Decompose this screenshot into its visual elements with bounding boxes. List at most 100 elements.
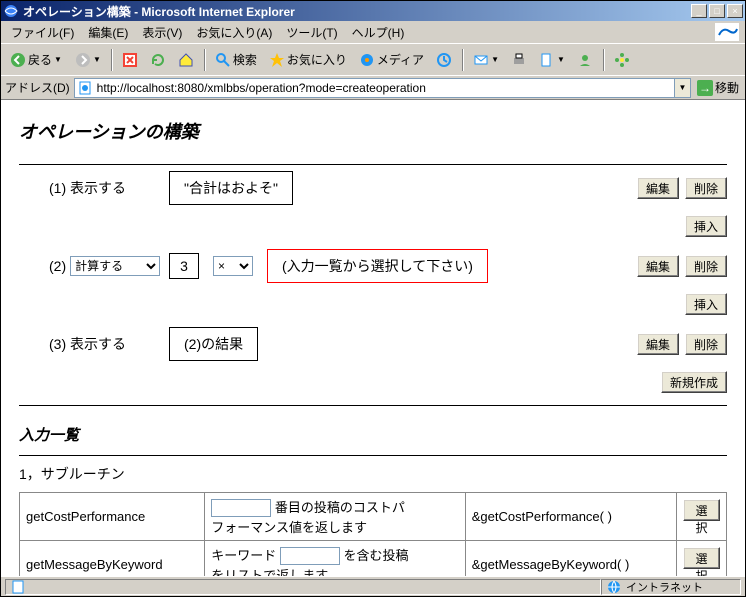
op3-verb: 表示する [70,336,126,352]
operation-row-2: (2) 計算する × (入力一覧から選択して下さい) 編集 削除 [19,249,727,283]
page-heading: オペレーションの構築 [19,118,727,144]
media-button[interactable]: メディア [355,48,428,72]
operation-row-3: (3) 表示する (2)の結果 編集 削除 [19,327,727,361]
refresh-icon [150,52,166,68]
favorites-button[interactable]: お気に入り [265,48,351,72]
back-button[interactable]: 戻る ▼ [5,48,67,72]
back-label: 戻る [28,51,52,68]
op3-edit-button[interactable]: 編集 [637,333,679,355]
titlebar: オペレーション構築 - Microsoft Internet Explorer … [1,1,745,21]
messenger-button[interactable] [573,48,597,72]
address-dropdown[interactable]: ▼ [674,79,690,97]
op1-delete-button[interactable]: 削除 [685,177,727,199]
op1-edit-button[interactable]: 編集 [637,177,679,199]
op2-delete-button[interactable]: 削除 [685,255,727,277]
op2-insert-button[interactable]: 挿入 [685,293,727,315]
icq-button[interactable] [610,48,634,72]
sub-name: getCostPerformance [20,493,205,541]
favorites-label: お気に入り [287,51,347,68]
sub2-select-button[interactable]: 選択 [683,547,720,569]
sub1-select-button[interactable]: 選択 [683,499,720,521]
op1-verb: 表示する [70,180,126,196]
addressbar: アドレス(D) ▼ → 移動 [1,75,745,99]
op2-verb-select[interactable]: 計算する [70,256,160,276]
separator [204,49,205,71]
op2-hint: (入力一覧から選択して下さい) [267,249,488,283]
home-button[interactable] [174,48,198,72]
menu-help[interactable]: ヘルプ(H) [346,22,411,43]
op2-edit-button[interactable]: 編集 [637,255,679,277]
messenger-icon [577,52,593,68]
op3-content: (2)の結果 [169,327,258,361]
menubar: ファイル(F) 編集(E) 表示(V) お気に入り(A) ツール(T) ヘルプ(… [1,21,745,43]
new-button[interactable]: 新規作成 [661,371,727,393]
ie-app-icon [3,3,19,19]
sub-call: &getCostPerformance( ) [465,493,676,541]
subroutine-table: getCostPerformance 番目の投稿のコストパ フォーマンス値を返し… [19,492,727,576]
home-icon [178,52,194,68]
intranet-icon [606,579,622,595]
go-button[interactable]: → 移動 [695,79,741,96]
stop-icon [122,52,138,68]
sub1-input[interactable] [211,499,271,517]
menu-file[interactable]: ファイル(F) [5,22,80,43]
chevron-down-icon: ▼ [491,55,499,64]
menu-view[interactable]: 表示(V) [136,22,188,43]
op3-delete-button[interactable]: 削除 [685,333,727,355]
search-icon [215,52,231,68]
op2-value-input[interactable] [169,253,199,279]
op2-operator-select[interactable]: × [213,256,253,276]
address-label: アドレス(D) [5,79,70,96]
toolbar: 戻る ▼ ▼ 検索 お気に入り メディア [1,43,745,75]
divider [19,405,727,406]
subroutine-label: 1，サブルーチン [19,464,727,484]
status-zone: イントラネット [626,579,703,595]
edit-button[interactable]: ▼ [535,48,569,72]
sub-desc: 番目の投稿のコストパ フォーマンス値を返します [205,493,465,541]
edit-icon [539,52,555,68]
refresh-button[interactable] [146,48,170,72]
address-input[interactable] [95,79,674,97]
search-button[interactable]: 検索 [211,48,261,72]
separator [603,49,604,71]
go-label: 移動 [715,79,739,96]
sub2-input[interactable] [280,547,340,565]
ie-logo-icon [713,22,741,42]
print-button[interactable] [507,48,531,72]
divider [19,455,727,456]
chevron-down-icon: ▼ [557,55,565,64]
close-button[interactable]: × [727,4,743,18]
menu-favorites[interactable]: お気に入り(A) [190,22,278,43]
sub-desc: キーワード を含む投稿 をリストで返します [205,541,465,577]
go-arrow-icon: → [697,80,713,96]
separator [462,49,463,71]
status-left-panel [5,579,601,595]
forward-arrow-icon [75,52,91,68]
page-done-icon [10,579,26,595]
page-icon [77,80,93,96]
search-label: 検索 [233,51,257,68]
forward-button[interactable]: ▼ [71,48,105,72]
media-icon [359,52,375,68]
separator [111,49,112,71]
mail-button[interactable]: ▼ [469,48,503,72]
chevron-down-icon: ▼ [93,55,101,64]
op1-insert-button[interactable]: 挿入 [685,215,727,237]
statusbar: イントラネット [1,576,745,596]
flower-icon [614,52,630,68]
divider [19,164,727,165]
content-area: オペレーションの構築 (1) 表示する "合計はおよそ" 編集 削除 挿入 [1,99,745,576]
op3-num: (3) [49,336,66,352]
stop-button[interactable] [118,48,142,72]
media-label: メディア [377,51,424,68]
menu-tools[interactable]: ツール(T) [280,22,343,43]
maximize-button[interactable]: □ [709,4,725,18]
chevron-down-icon: ▼ [54,55,62,64]
print-icon [511,52,527,68]
op2-num: (2) [49,258,66,274]
op1-content: "合計はおよそ" [169,171,293,205]
table-row: getMessageByKeyword キーワード を含む投稿 をリストで返しま… [20,541,727,577]
menu-edit[interactable]: 編集(E) [82,22,134,43]
minimize-button[interactable]: _ [691,4,707,18]
history-button[interactable] [432,48,456,72]
